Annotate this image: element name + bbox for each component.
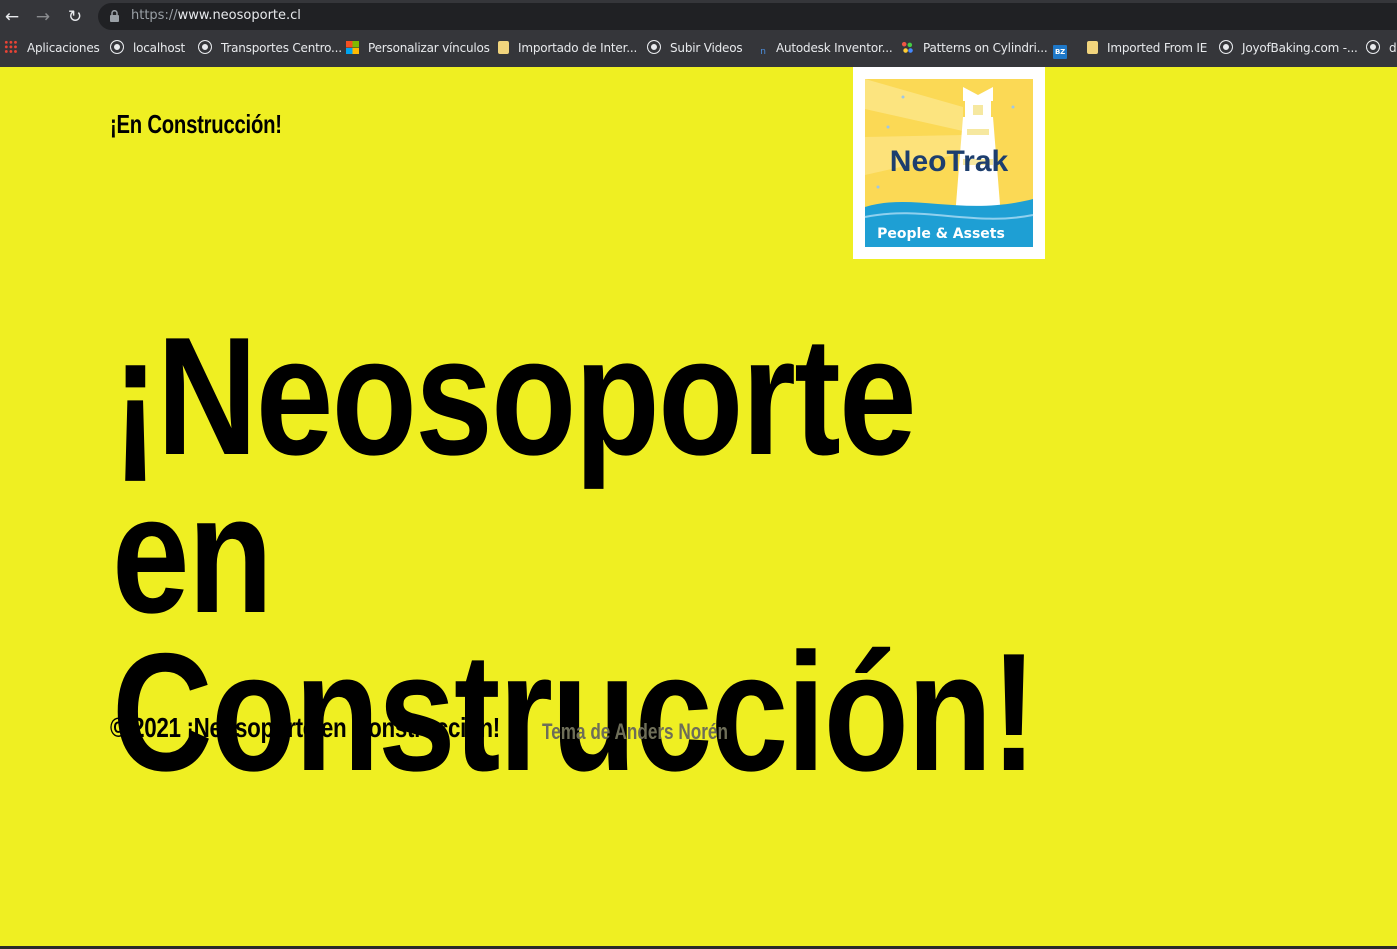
- logo-brand-text: NeoTrak: [890, 145, 1009, 178]
- lock-icon: [110, 10, 119, 22]
- bookmark-personalizar[interactable]: Personalizar vínculos: [346, 40, 490, 56]
- page-content: ¡En Construcción! NeoTrak People & Asset…: [0, 67, 1397, 947]
- browser-toolbar: ← → ↻ https://www.neosoporte.cl: [0, 0, 1397, 33]
- url-host: www.neosoporte.cl: [177, 8, 301, 23]
- globe-icon: [647, 40, 661, 54]
- globe-icon: [1219, 40, 1233, 54]
- back-arrow-icon[interactable]: ←: [1, 6, 23, 28]
- url-scheme: https://: [131, 8, 178, 23]
- browser-chrome: ← → ↻ https://www.neosoporte.cl Aplicaci…: [0, 0, 1397, 67]
- autodesk-icon: n: [760, 47, 766, 57]
- bookmark-label: Subir Videos: [670, 41, 743, 55]
- bookmark-aplicaciones[interactable]: Aplicaciones: [4, 40, 100, 56]
- bookmarks-bar: Aplicaciones localhost Transportes Centr…: [0, 33, 1397, 63]
- footer-copyright[interactable]: © 2021 ¡Neosoporte en Construcción!: [110, 712, 500, 744]
- bookmark-bz[interactable]: BZ: [1053, 40, 1076, 59]
- patterns-icon: [900, 40, 914, 54]
- bookmark-label: Imported From IE: [1107, 41, 1208, 55]
- bookmark-importado[interactable]: Importado de Inter...: [498, 40, 637, 56]
- bookmark-label: Importado de Inter...: [518, 41, 638, 55]
- folder-icon: [1087, 41, 1098, 54]
- bookmark-overflow[interactable]: d: [1366, 40, 1397, 56]
- site-title[interactable]: ¡En Construcción!: [110, 109, 282, 140]
- bookmark-label: Aplicaciones: [27, 41, 100, 55]
- globe-icon: [198, 40, 212, 54]
- bookmark-joyofbaking[interactable]: JoyofBaking.com -...: [1219, 40, 1358, 56]
- bookmark-autodesk[interactable]: n Autodesk Inventor...: [757, 40, 893, 57]
- bookmark-label: Patterns on Cylindri...: [923, 41, 1048, 55]
- forward-arrow-icon[interactable]: →: [32, 6, 54, 28]
- bookmark-label: Autodesk Inventor...: [776, 41, 893, 55]
- apps-grid-icon: [4, 40, 18, 54]
- microsoft-icon: [346, 41, 359, 54]
- bookmark-localhost[interactable]: localhost: [110, 40, 185, 56]
- lighthouse-logo-icon: NeoTrak People & Assets: [864, 79, 1034, 247]
- reload-icon[interactable]: ↻: [64, 6, 86, 28]
- url-text[interactable]: https://www.neosoporte.cl: [131, 8, 301, 23]
- bookmark-label: Personalizar vínculos: [368, 41, 490, 55]
- neotrak-logo[interactable]: NeoTrak People & Assets: [853, 67, 1045, 259]
- bookmark-imported-ie[interactable]: Imported From IE: [1087, 40, 1207, 56]
- bookmark-label: JoyofBaking.com -...: [1242, 41, 1358, 55]
- bookmark-label: Transportes Centro...: [221, 41, 342, 55]
- bookmark-label: d: [1389, 41, 1397, 55]
- folder-icon: [498, 41, 509, 54]
- globe-icon: [110, 40, 124, 54]
- address-bar[interactable]: https://www.neosoporte.cl: [98, 3, 1397, 30]
- site-footer: © 2021 ¡Neosoporte en Construcción! Tema…: [110, 712, 728, 744]
- logo-tagline-text: People & Assets: [877, 226, 1005, 242]
- heading-line-1: ¡Neosoporte en: [112, 302, 917, 648]
- theme-credit-link[interactable]: Tema de Anders Norén: [542, 719, 728, 745]
- bookmark-patterns[interactable]: Patterns on Cylindri...: [900, 40, 1048, 56]
- bookmark-transportes[interactable]: Transportes Centro...: [198, 40, 342, 56]
- bookmark-subir-videos[interactable]: Subir Videos: [647, 40, 743, 56]
- bz-icon: BZ: [1053, 45, 1067, 59]
- bookmark-label: localhost: [133, 41, 186, 55]
- globe-icon: [1366, 40, 1380, 54]
